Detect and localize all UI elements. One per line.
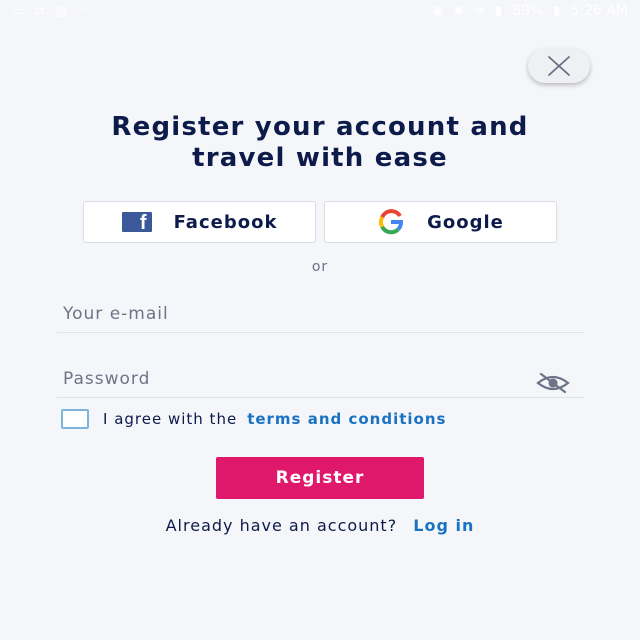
login-prompt-row: Already have an account? Log in bbox=[0, 516, 640, 535]
terms-link[interactable]: terms and conditions bbox=[247, 410, 446, 428]
wifi-icon: ≋ bbox=[474, 3, 486, 19]
battery-icon: ▮ bbox=[553, 3, 561, 19]
register-button[interactable]: Register bbox=[216, 457, 424, 499]
email-field bbox=[57, 297, 584, 333]
password-field bbox=[57, 362, 584, 398]
status-bar-left: ▭ ⇄ ▤ ··· bbox=[12, 5, 90, 18]
status-bar: ▭ ⇄ ▤ ··· ◉ ✱ ≋ ▮ 89% ▮ 5:26 AM bbox=[0, 0, 640, 22]
page-title: Register your account and travel with ea… bbox=[0, 112, 640, 174]
login-link[interactable]: Log in bbox=[413, 516, 474, 535]
status-time: 5:26 AM bbox=[570, 3, 628, 19]
terms-checkbox[interactable] bbox=[61, 409, 89, 429]
refresh-icon: ⇄ bbox=[34, 3, 46, 19]
image-icon: ▭ bbox=[12, 3, 25, 19]
or-separator: or bbox=[311, 259, 329, 275]
password-input[interactable] bbox=[63, 364, 523, 394]
google-icon bbox=[379, 209, 404, 235]
email-input[interactable] bbox=[63, 299, 523, 329]
google-button[interactable]: Google bbox=[324, 201, 557, 243]
signal-icon: ▮ bbox=[495, 3, 503, 19]
film-icon: ▤ bbox=[55, 3, 68, 19]
status-bar-right: ◉ ✱ ≋ ▮ 89% ▮ 5:26 AM bbox=[432, 3, 628, 19]
title-line-2: travel with ease bbox=[192, 143, 448, 173]
login-prompt: Already have an account? bbox=[165, 516, 398, 535]
facebook-label: Facebook bbox=[173, 211, 278, 233]
close-button[interactable] bbox=[528, 49, 590, 83]
terms-agreement-row: I agree with the terms and conditions bbox=[61, 408, 446, 430]
title-line-1: Register your account and bbox=[111, 112, 529, 142]
battery-percent: 89% bbox=[512, 3, 544, 19]
agree-text: I agree with the bbox=[103, 410, 238, 428]
more-dots-icon: ··· bbox=[77, 3, 90, 19]
google-label: Google bbox=[427, 211, 504, 233]
bluetooth-icon: ✱ bbox=[453, 3, 465, 19]
eye-hidden-icon[interactable] bbox=[535, 372, 571, 394]
close-icon bbox=[548, 56, 570, 76]
facebook-icon: f bbox=[121, 212, 152, 232]
facebook-button[interactable]: f Facebook bbox=[83, 201, 316, 243]
location-icon: ◉ bbox=[431, 3, 444, 19]
